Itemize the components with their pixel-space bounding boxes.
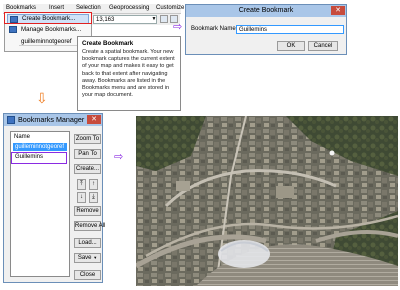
tooltip-body: Create a spatial bookmark. Your new book… [82, 49, 175, 99]
menu-insert[interactable]: Insert [49, 5, 64, 11]
manage-bookmarks-icon [9, 26, 17, 33]
close-icon[interactable]: ✕ [87, 115, 101, 124]
bookmarks-app-icon [7, 116, 15, 124]
aerial-map-view[interactable] [136, 116, 398, 286]
move-top-icon[interactable]: ⤒ [77, 179, 86, 190]
create-bookmark-dialog: Create Bookmark ✕ Bookmark Name: Guillem… [185, 4, 347, 55]
layer-icon[interactable] [160, 15, 168, 23]
highlight-box [11, 152, 67, 164]
right-arrow-icon: ⇨ [114, 151, 124, 163]
pan-to-button[interactable]: Pan To [74, 149, 101, 159]
menu-selection[interactable]: Selection [76, 5, 101, 11]
ok-button[interactable]: OK [277, 41, 305, 51]
dialog-title: Bookmarks Manager [18, 115, 85, 124]
move-up-icon[interactable]: ↑ [89, 179, 98, 190]
menu-bookmarks[interactable]: Bookmarks [6, 5, 36, 11]
scale-combo[interactable]: 13,163 [93, 15, 157, 24]
cancel-button[interactable]: Cancel [308, 41, 338, 51]
load-button[interactable]: Load... [74, 238, 101, 248]
bookmark-name-input[interactable]: Guillemins [236, 25, 344, 34]
remove-button[interactable]: Remove [74, 206, 101, 216]
menu-customize[interactable]: Customize [156, 5, 184, 11]
close-button[interactable]: Close [74, 270, 101, 280]
chevron-down-icon: ▼ [93, 255, 98, 260]
bookmark-name-label: Bookmark Name: [191, 26, 238, 32]
close-icon[interactable]: ✕ [331, 6, 345, 15]
aerial-map-image [136, 116, 398, 286]
list-header-name: Name [14, 134, 31, 140]
down-arrow-icon: ⇩ [36, 90, 48, 106]
remove-all-button[interactable]: Remove All [74, 221, 105, 231]
highlight-box [4, 12, 92, 24]
chevron-down-icon[interactable]: ▼ [151, 16, 157, 23]
list-item[interactable]: guilleminnotgeoref [13, 143, 67, 151]
menu-geoprocessing[interactable]: Geoprocessing [109, 5, 149, 11]
save-button[interactable]: Save ▼ [74, 253, 101, 263]
manage-bookmarks-menu-item[interactable]: Manage Bookmarks... [7, 25, 89, 35]
right-arrow-icon: ⇨ [173, 21, 183, 33]
move-down-icon[interactable]: ↓ [77, 192, 86, 203]
zoom-to-button[interactable]: Zoom To [74, 134, 101, 144]
tooltip-title: Create Bookmark [82, 40, 134, 47]
bookmarks-manager-dialog: Bookmarks Manager ✕ Name guilleminnotgeo… [3, 113, 105, 283]
move-bottom-icon[interactable]: ⤓ [89, 192, 98, 203]
create-bookmark-tooltip: Create Bookmark Create a spatial bookmar… [77, 36, 181, 111]
dialog-title: Create Bookmark [238, 7, 294, 14]
create-button[interactable]: Create... [74, 164, 101, 174]
